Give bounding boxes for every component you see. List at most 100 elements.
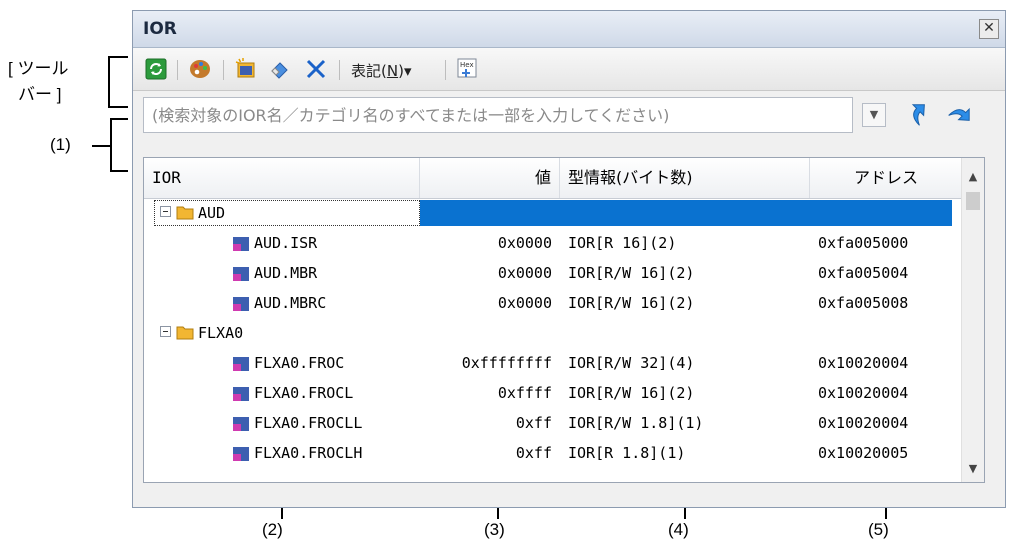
close-button[interactable]: ✕ [979, 19, 999, 39]
scroll-down-arrow-icon[interactable]: ▼ [962, 458, 984, 480]
ior-name: FLXA0.FROCLL [254, 414, 363, 432]
table-row[interactable]: FLXA0.FROCLH 0xff IOR[R 1.8](1) 0x100200… [144, 438, 962, 468]
annotation-label-4: (4) [668, 520, 689, 539]
search-up-button[interactable] [903, 99, 933, 129]
ior-table: IOR 値 型情報(バイト数) アドレス AUD AUD.ISR 0x0000 … [143, 157, 985, 483]
ior-address: 0xfa005004 [818, 264, 909, 282]
ior-type: IOR[R/W 16](2) [568, 294, 695, 312]
category-folder-icon [176, 206, 194, 220]
register-icon [233, 357, 249, 371]
category-name: FLXA0 [198, 324, 244, 342]
ior-panel: IOR ✕ 表記(N)▾ Hex (検索対象のIOR名／カテゴリ名のすべてまたは… [132, 10, 1006, 508]
ior-value[interactable]: 0x0000 [420, 288, 552, 318]
table-row[interactable]: AUD.ISR 0x0000 IOR[R 16](2) 0xfa005000 [144, 228, 962, 258]
panel-title: IOR [143, 19, 177, 39]
new-category-button[interactable] [233, 56, 259, 82]
ior-name: AUD.MBR [254, 264, 318, 282]
ior-address: 0xfa005000 [818, 234, 909, 252]
table-row[interactable]: FLXA0.FROCLL 0xff IOR[R/W 1.8](1) 0x1002… [144, 408, 962, 438]
ior-type: IOR[R/W 1.8](1) [568, 414, 704, 432]
toolbar-separator [223, 60, 224, 80]
delete-icon [306, 59, 326, 79]
ior-value[interactable]: 0xffff [420, 378, 552, 408]
collapse-toggle[interactable] [160, 206, 171, 217]
annotation-toolbar-line2: バー ] [18, 85, 62, 104]
ior-value[interactable]: 0xffffffff [420, 348, 552, 378]
ior-type: IOR[R/W 32](4) [568, 354, 695, 372]
collapse-toggle[interactable] [160, 326, 171, 337]
table-row[interactable]: FLXA0.FROCL 0xffff IOR[R/W 16](2) 0x1002… [144, 378, 962, 408]
ior-type: IOR[R/W 16](2) [568, 384, 695, 402]
ior-type: IOR[R 1.8](1) [568, 444, 686, 462]
search-history-dropdown[interactable]: ▼ [862, 103, 886, 127]
annotation-label-1: (1) [50, 135, 71, 154]
table-row[interactable]: AUD.MBRC 0x0000 IOR[R/W 16](2) 0xfa00500… [144, 288, 962, 318]
table-row[interactable]: FLXA0.FROC 0xffffffff IOR[R/W 32](4) 0x1… [144, 348, 962, 378]
search-row: ▼ [133, 91, 1005, 139]
register-icon [233, 447, 249, 461]
ior-name: FLXA0.FROC [254, 354, 345, 372]
annotation-label-3: (3) [484, 520, 505, 539]
palette-button[interactable] [187, 56, 213, 82]
refresh-button[interactable] [143, 56, 169, 82]
column-header-address[interactable]: アドレス [810, 158, 962, 198]
category-folder-icon [176, 326, 194, 340]
category-row-aud[interactable]: AUD [144, 198, 962, 228]
hex-icon: Hex [457, 58, 477, 78]
toolbar-separator [177, 60, 178, 80]
ior-name: AUD.ISR [254, 234, 318, 252]
table-row[interactable]: AUD.MBR 0x0000 IOR[R/W 16](2) 0xfa005004 [144, 258, 962, 288]
vertical-scrollbar[interactable]: ▲ ▼ [961, 158, 984, 482]
scrollbar-thumb[interactable] [966, 192, 980, 210]
toolbar-separator [445, 60, 446, 80]
register-icon [233, 417, 249, 431]
ior-value[interactable]: 0x0000 [420, 258, 552, 288]
ior-value[interactable]: 0xff [420, 438, 552, 468]
refresh-icon [145, 58, 167, 80]
search-down-button[interactable] [945, 99, 975, 129]
notation-dropdown-icon: )▾ [398, 62, 412, 80]
search-box[interactable] [143, 97, 853, 133]
ior-address: 0x10020004 [818, 414, 909, 432]
annotation-toolbar-tick [116, 56, 128, 58]
delete-button[interactable] [303, 56, 329, 82]
annotation-toolbar-bracket [108, 56, 116, 108]
annotation-label-2: (2) [262, 520, 283, 539]
category-name: AUD [198, 204, 226, 222]
new-category-icon [235, 58, 255, 78]
column-header-type[interactable]: 型情報(バイト数) [560, 158, 810, 198]
annotation-1-bracket [110, 118, 118, 172]
annotation-1-line [92, 145, 110, 147]
annotation-toolbar-line1: [ ツール [8, 59, 69, 78]
chevron-down-icon: ▼ [869, 108, 879, 121]
title-bar: IOR ✕ [133, 11, 1005, 48]
ior-name: AUD.MBRC [254, 294, 327, 312]
ior-address: 0xfa005008 [818, 294, 909, 312]
toolbar: 表記(N)▾ Hex [133, 48, 1005, 91]
column-header-value[interactable]: 値 [420, 158, 560, 198]
hex-button[interactable]: Hex [455, 56, 481, 82]
toolbar-separator [339, 60, 340, 80]
svg-text:Hex: Hex [460, 61, 474, 69]
eraser-button[interactable] [267, 56, 293, 82]
ior-address: 0x10020004 [818, 384, 909, 402]
ior-value[interactable]: 0xff [420, 408, 552, 438]
ior-type: IOR[R/W 16](2) [568, 264, 695, 282]
notation-label: 表記( [351, 62, 387, 80]
eraser-icon [271, 62, 288, 79]
ior-value[interactable]: 0x0000 [420, 228, 552, 258]
register-icon [233, 267, 249, 281]
annotation-1-tick [116, 118, 128, 120]
scroll-up-arrow-icon[interactable]: ▲ [962, 166, 984, 188]
ior-type: IOR[R 16](2) [568, 234, 677, 252]
register-icon [233, 387, 249, 401]
category-row-flxa0[interactable]: FLXA0 [144, 318, 962, 348]
notation-accesskey: N [386, 62, 399, 80]
ior-name: FLXA0.FROCL [254, 384, 354, 402]
column-header-name[interactable]: IOR [144, 158, 420, 198]
annotation-1-tick2 [116, 170, 128, 172]
table-header: IOR 値 型情報(バイト数) アドレス [144, 158, 962, 199]
search-input[interactable] [144, 98, 852, 132]
annotation-label-5: (5) [868, 520, 889, 539]
notation-menu[interactable]: 表記(N)▾ [351, 60, 411, 81]
